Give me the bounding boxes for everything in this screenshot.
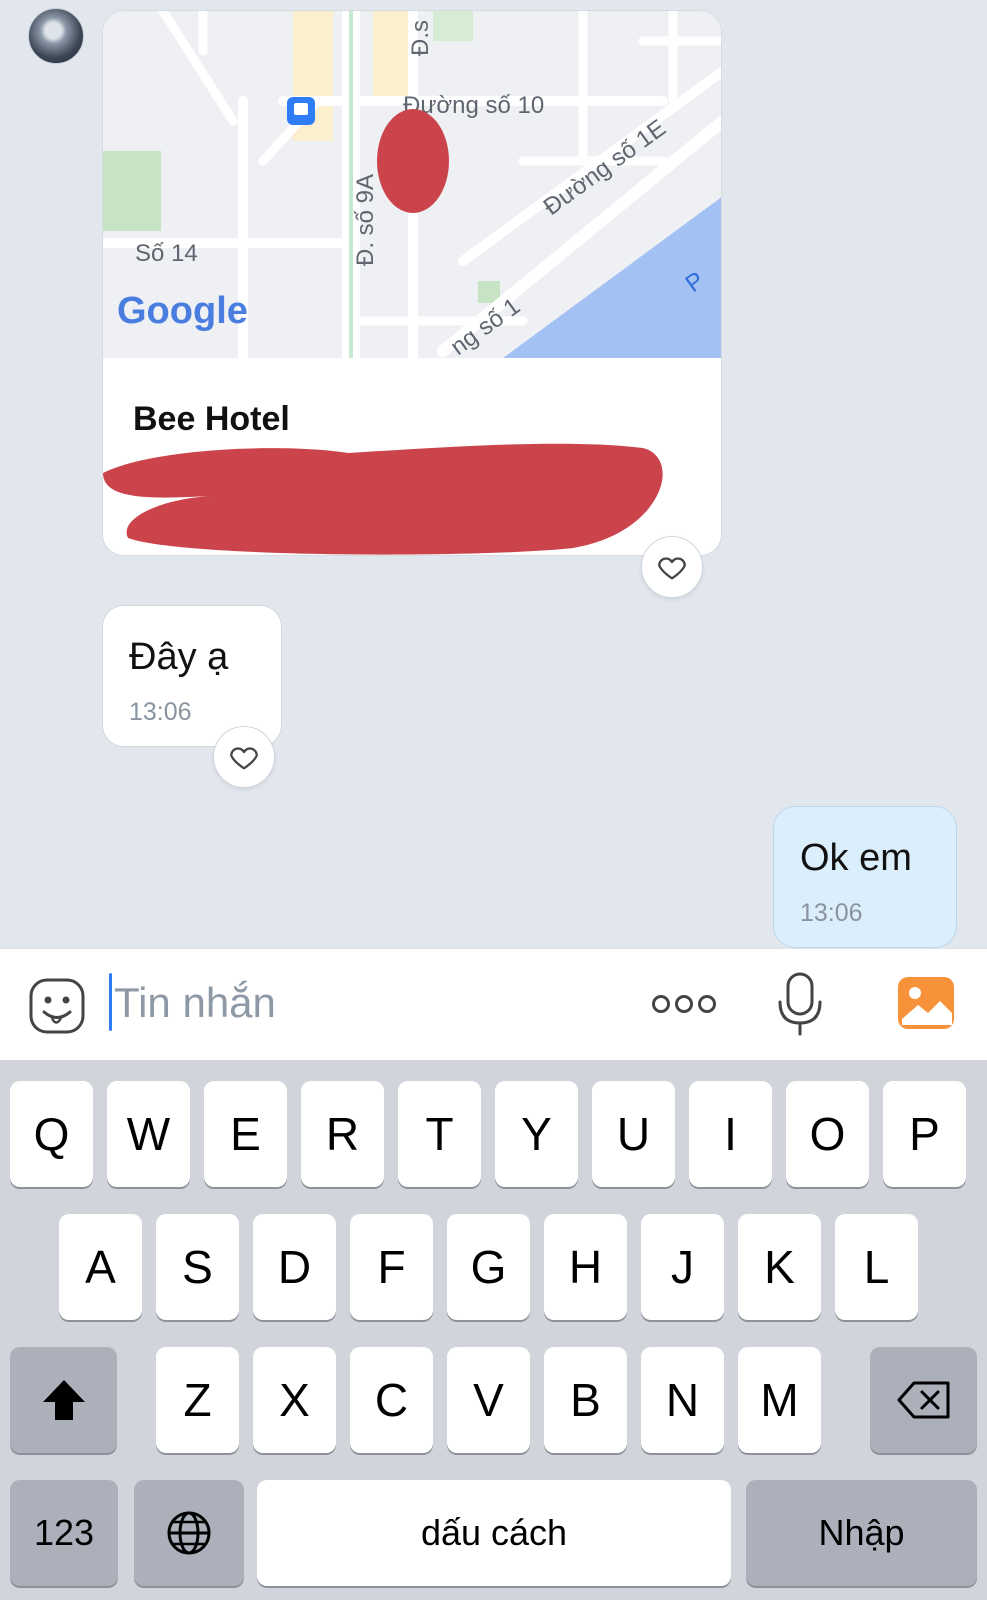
key-g[interactable]: G [447, 1214, 530, 1320]
key-e[interactable]: E [204, 1081, 287, 1187]
react-heart-button[interactable] [641, 536, 703, 598]
globe-icon [167, 1511, 211, 1555]
more-dots-icon[interactable] [652, 989, 716, 1019]
onscreen-keyboard: Q W E R T Y U I O P A S D F G H J K L Z … [0, 1060, 987, 1600]
microphone-icon[interactable] [775, 971, 825, 1037]
shift-icon [42, 1380, 85, 1420]
text-cursor [109, 973, 112, 1031]
key-z[interactable]: Z [156, 1347, 239, 1453]
redaction-mark-address [103, 443, 663, 555]
react-heart-button[interactable] [213, 726, 275, 788]
key-n[interactable]: N [641, 1347, 724, 1453]
location-card[interactable]: Đường số 10 Đường số 1E Đ. số 9A Số 14 Đ… [102, 10, 722, 556]
key-d[interactable]: D [253, 1214, 336, 1320]
shift-key[interactable] [10, 1347, 117, 1453]
key-k[interactable]: K [738, 1214, 821, 1320]
message-time: 13:06 [129, 698, 192, 726]
map-label-so-14: Số 14 [135, 240, 198, 267]
outgoing-message-bubble[interactable]: Ok em 13:06 [773, 806, 957, 948]
backspace-icon [897, 1381, 949, 1419]
redaction-mark-map [377, 109, 449, 213]
message-composer [0, 948, 987, 1060]
map-preview[interactable]: Đường số 10 Đường số 1E Đ. số 9A Số 14 Đ… [103, 11, 722, 358]
key-u[interactable]: U [592, 1081, 675, 1187]
key-w[interactable]: W [107, 1081, 190, 1187]
incoming-message-bubble[interactable]: Đây ạ 13:06 [102, 605, 282, 747]
space-key[interactable]: dấu cách [257, 1480, 731, 1586]
globe-key[interactable] [134, 1480, 244, 1586]
key-s[interactable]: S [156, 1214, 239, 1320]
heart-icon [230, 747, 258, 770]
key-f[interactable]: F [350, 1214, 433, 1320]
key-l[interactable]: L [835, 1214, 918, 1320]
sender-avatar[interactable] [28, 8, 84, 64]
emoji-icon[interactable] [28, 977, 86, 1035]
numbers-key[interactable]: 123 [10, 1480, 118, 1586]
location-card-body[interactable]: Bee Hotel n [103, 358, 721, 555]
key-j[interactable]: J [641, 1214, 724, 1320]
key-r[interactable]: R [301, 1081, 384, 1187]
message-time: 13:06 [800, 899, 863, 927]
chat-area[interactable]: Đường số 10 Đường số 1E Đ. số 9A Số 14 Đ… [0, 0, 987, 948]
message-text: Ok em [800, 837, 912, 879]
map-label-street-9a: Đ. số 9A [352, 174, 379, 266]
key-t[interactable]: T [398, 1081, 481, 1187]
map-label-ds: Đ.s [407, 20, 434, 56]
key-a[interactable]: A [59, 1214, 142, 1320]
return-key[interactable]: Nhập [746, 1480, 977, 1586]
key-c[interactable]: C [350, 1347, 433, 1453]
image-gallery-icon[interactable] [896, 975, 956, 1031]
key-p[interactable]: P [883, 1081, 966, 1187]
delete-key[interactable] [870, 1347, 977, 1453]
message-input[interactable] [114, 973, 614, 1033]
key-h[interactable]: H [544, 1214, 627, 1320]
key-i[interactable]: I [689, 1081, 772, 1187]
message-text: Đây ạ [129, 636, 229, 678]
key-o[interactable]: O [786, 1081, 869, 1187]
google-logo: Google [117, 290, 248, 332]
key-v[interactable]: V [447, 1347, 530, 1453]
key-m[interactable]: M [738, 1347, 821, 1453]
key-q[interactable]: Q [10, 1081, 93, 1187]
heart-icon [658, 557, 686, 580]
key-y[interactable]: Y [495, 1081, 578, 1187]
key-b[interactable]: B [544, 1347, 627, 1453]
key-x[interactable]: X [253, 1347, 336, 1453]
